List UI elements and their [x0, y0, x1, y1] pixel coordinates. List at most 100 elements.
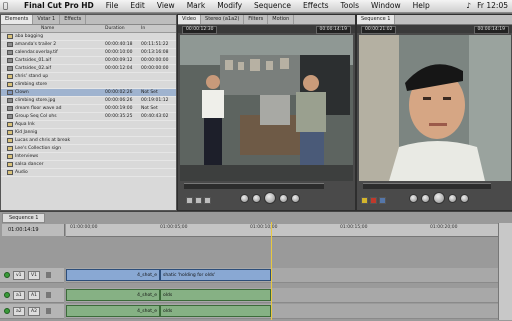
volume-icon[interactable]: ♪ — [466, 0, 471, 12]
canvas-current-timecode[interactable]: 00:00:14:19 — [473, 26, 509, 34]
browser-row[interactable]: Kid Jannig — [1, 129, 176, 137]
browser-row-in: 00:13:16:08 — [141, 50, 169, 55]
browser-row[interactable]: salsa dancer — [1, 161, 176, 169]
browser-row-in: 00:00:00:00 — [141, 58, 169, 63]
browser-row-in: Not Set — [141, 90, 158, 95]
canvas-play-in-out-button[interactable] — [421, 193, 430, 203]
track-visibility-toggle[interactable] — [4, 272, 10, 278]
viewer-tab-motion[interactable]: Motion — [268, 15, 295, 24]
destination-track-label[interactable]: A1 — [28, 291, 40, 300]
browser-row[interactable]: chris' stand up — [1, 73, 176, 81]
track-lane-a1[interactable]: 4_shot_e olds — [66, 288, 498, 303]
viewer-next-edit-button[interactable] — [291, 193, 300, 203]
tab-effects[interactable]: Effects — [60, 15, 87, 24]
track-audible-toggle[interactable] — [4, 292, 10, 298]
canvas-edit-buttons — [361, 197, 386, 204]
viewer-play-in-out-button[interactable] — [252, 193, 261, 203]
timeline-clip[interactable]: 4_shot_e — [66, 269, 160, 281]
lock-icon[interactable] — [46, 292, 51, 298]
canvas-next-edit-button[interactable] — [460, 193, 469, 203]
viewer-scrubber[interactable] — [184, 183, 324, 189]
browser-row[interactable]: aba bagging — [1, 33, 176, 41]
menu-help[interactable]: Help — [407, 0, 436, 12]
menu-view[interactable]: View — [151, 0, 181, 12]
canvas-replace-button[interactable] — [379, 197, 386, 204]
timeline-tab-sequence[interactable]: Sequence 1 — [2, 213, 46, 223]
lock-icon[interactable] — [46, 272, 51, 278]
viewer-current-timecode[interactable]: 00:00:14:19 — [315, 26, 351, 34]
tab-elements[interactable]: Elements — [1, 15, 34, 24]
browser-row-duration: 00:00:40:18 — [105, 42, 133, 47]
viewer-mark-in-button[interactable] — [186, 197, 193, 204]
canvas-prev-edit-button[interactable] — [409, 193, 418, 203]
menu-effects[interactable]: Effects — [297, 0, 335, 12]
viewer-play-button[interactable] — [264, 192, 276, 204]
timeline-clip[interactable]: olds — [160, 289, 271, 301]
track-lane-v1[interactable]: 4_shot_e shatic 'holding for olds' — [66, 268, 498, 283]
canvas-tab-sequence[interactable]: Sequence 1 — [357, 15, 396, 24]
menu-app-name[interactable]: Final Cut Pro HD — [18, 0, 100, 12]
viewer-prev-edit-button[interactable] — [240, 193, 249, 203]
source-track-label[interactable]: a2 — [13, 307, 25, 316]
bin-icon — [7, 170, 13, 175]
viewer-mark-out-button[interactable] — [195, 197, 202, 204]
tab-vstar[interactable]: Vstar 1 — [33, 15, 61, 24]
column-name[interactable]: Name — [41, 25, 54, 32]
menu-edit[interactable]: Edit — [124, 0, 151, 12]
canvas-overwrite-button[interactable] — [370, 197, 377, 204]
timeline-clip[interactable]: shatic 'holding for olds' — [160, 269, 271, 281]
destination-track-label[interactable]: A2 — [28, 307, 40, 316]
canvas-play-button[interactable] — [433, 192, 445, 204]
source-track-label[interactable]: v1 — [13, 271, 25, 280]
timeline-ruler[interactable]: 01:00:00;00 01:00:05;00 01:00:10;00 01:0… — [66, 224, 498, 237]
browser-row[interactable]: climbing store — [1, 81, 176, 89]
timeline-clip[interactable]: olds — [160, 305, 271, 317]
apple-menu-icon[interactable]:  — [3, 1, 11, 10]
track-lane-a2[interactable]: 4_shot_e olds — [66, 304, 498, 319]
menu-tools[interactable]: Tools — [335, 0, 365, 12]
viewer-tab-video[interactable]: Video — [178, 15, 202, 24]
browser-row[interactable]: Group Seq Col ohs 00:00:35:25 00:40:43:02 — [1, 113, 176, 121]
menu-mark[interactable]: Mark — [181, 0, 212, 12]
browser-row[interactable]: Aqua Ink — [1, 121, 176, 129]
browser-row[interactable]: Lee's Collection sign — [1, 145, 176, 153]
browser-row[interactable]: climbing store.jpg 00:00:06:26 00:19:01:12 — [1, 97, 176, 105]
canvas-duration-timecode[interactable]: 00:00:21:02 — [361, 26, 397, 34]
canvas-play-around-button[interactable] — [448, 193, 457, 203]
timeline-playhead[interactable] — [271, 222, 272, 320]
column-in[interactable]: In — [141, 25, 145, 32]
browser-row-duration: 00:00:09:12 — [105, 58, 133, 63]
menu-modify[interactable]: Modify — [211, 0, 248, 12]
menu-file[interactable]: File — [100, 0, 125, 12]
browser-row[interactable]: Interviews — [1, 153, 176, 161]
timeline-clip[interactable]: 4_shot_e — [66, 289, 160, 301]
timeline-scrollbar[interactable] — [498, 223, 512, 320]
column-duration[interactable]: Duration — [105, 25, 125, 32]
timeline-timecode[interactable]: 01:00:14:19 — [2, 224, 65, 236]
canvas-video-frame[interactable] — [359, 35, 511, 181]
canvas-insert-button[interactable] — [361, 197, 368, 204]
viewer-transport — [240, 192, 300, 204]
viewer-video-frame[interactable] — [180, 35, 353, 181]
canvas-scrubber[interactable] — [363, 183, 491, 189]
menu-window[interactable]: Window — [365, 0, 407, 12]
browser-row[interactable]: amanda's trailer 2 00:00:40:18 00:11:51:22 — [1, 41, 176, 49]
timeline-clip[interactable]: 4_shot_e — [66, 305, 160, 317]
track-audible-toggle[interactable] — [4, 308, 10, 314]
browser-row[interactable]: dream floor wave ad 00:00:19:00 Not Set — [1, 105, 176, 113]
menu-sequence[interactable]: Sequence — [248, 0, 297, 12]
viewer-marker-button[interactable] — [204, 197, 211, 204]
browser-row[interactable]: Audio — [1, 169, 176, 177]
lock-icon[interactable] — [46, 308, 51, 314]
viewer-tab-filters[interactable]: Filters — [244, 15, 269, 24]
browser-row[interactable]: Clown 00:00:02:26 Not Set — [1, 89, 176, 97]
viewer-play-around-button[interactable] — [279, 193, 288, 203]
destination-track-label[interactable]: V1 — [28, 271, 40, 280]
viewer-duration-timecode[interactable]: 00:00:12:30 — [182, 26, 218, 34]
browser-row[interactable]: Cartsides_01.aif 00:00:09:12 00:00:00:00 — [1, 57, 176, 65]
browser-row[interactable]: Lucas and chris at break — [1, 137, 176, 145]
source-track-label[interactable]: a1 — [13, 291, 25, 300]
browser-row[interactable]: calendar.overlay.tif 00:00:10:00 00:13:16:… — [1, 49, 176, 57]
viewer-tab-stereo[interactable]: Stereo (a1a2) — [201, 15, 245, 24]
browser-row[interactable]: Cartsides_02.aif 00:00:12:04 00:00:00:00 — [1, 65, 176, 73]
